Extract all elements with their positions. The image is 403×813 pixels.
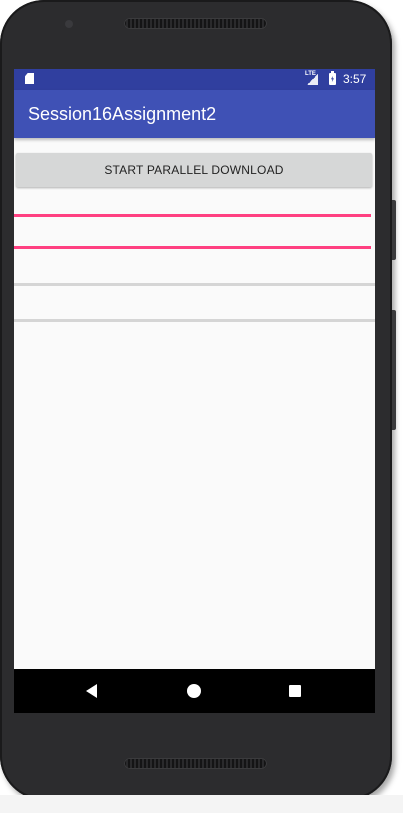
progress-bar-4 (14, 319, 375, 322)
app-title: Session16Assignment2 (28, 104, 217, 124)
front-camera (65, 20, 73, 28)
progress-bar-1 (14, 214, 371, 217)
app-bar: Session16Assignment2 (14, 90, 375, 138)
start-parallel-download-button[interactable]: START PARALLEL DOWNLOAD (16, 153, 372, 187)
battery-charging-icon (329, 71, 336, 85)
background-strip (0, 795, 403, 813)
top-speaker-grille (124, 18, 267, 29)
back-icon[interactable] (86, 684, 97, 698)
app-screen: LTE 3:57 Session16Assignment2 START PARA… (14, 69, 375, 713)
power-button (392, 200, 396, 260)
signal-icon (307, 74, 318, 85)
progress-bar-2 (14, 246, 371, 249)
progress-bar-3 (14, 283, 375, 286)
bottom-speaker-grille (124, 758, 267, 769)
home-icon[interactable] (187, 684, 201, 698)
progress-fill-2 (14, 246, 371, 249)
status-clock: 3:57 (343, 72, 367, 86)
progress-fill-1 (14, 214, 371, 217)
navigation-bar (14, 669, 375, 713)
recents-icon[interactable] (289, 685, 301, 697)
sd-card-icon (25, 73, 34, 84)
status-bar: LTE 3:57 (14, 69, 375, 90)
volume-button (392, 310, 396, 430)
phone-device-frame: LTE 3:57 Session16Assignment2 START PARA… (0, 0, 392, 800)
